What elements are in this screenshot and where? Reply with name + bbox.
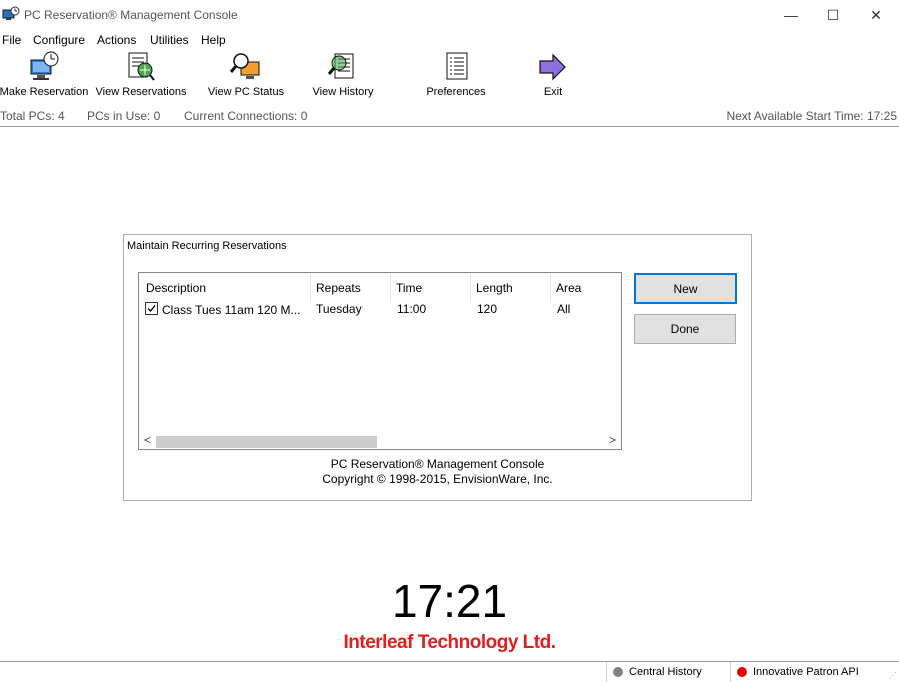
exit-button[interactable]: Exit bbox=[528, 50, 578, 98]
column-divider[interactable] bbox=[470, 274, 471, 301]
scroll-left-icon[interactable]: < bbox=[144, 433, 151, 447]
view-history-label: View History bbox=[312, 86, 374, 98]
patron-api-label: Innovative Patron API bbox=[753, 666, 859, 678]
view-history-button[interactable]: View History bbox=[308, 50, 378, 98]
status-line: Total PCs: 4 PCs in Use: 0 Current Conne… bbox=[0, 107, 899, 127]
clock-display: 17:21 bbox=[391, 575, 508, 627]
company-name: Interleaf Technology Ltd. bbox=[343, 632, 557, 653]
row-time: 11:00 bbox=[397, 302, 427, 316]
app-icon bbox=[2, 6, 20, 20]
next-available-time: Next Available Start Time: 17:25 bbox=[726, 109, 897, 123]
column-area[interactable]: Area bbox=[556, 281, 581, 295]
menu-actions[interactable]: Actions bbox=[97, 33, 136, 47]
make-reservation-button[interactable]: Make Reservation bbox=[0, 50, 88, 98]
toolbar: Make Reservation View Reservations View … bbox=[0, 50, 899, 102]
maximize-button[interactable]: ☐ bbox=[810, 0, 856, 30]
row-description: Class Tues 11am 120 M... bbox=[145, 302, 301, 317]
view-pc-status-icon bbox=[229, 53, 260, 79]
scroll-right-icon[interactable]: > bbox=[609, 433, 616, 447]
preferences-icon bbox=[446, 52, 468, 80]
title-bar: PC Reservation® Management Console — ☐ ✕ bbox=[0, 0, 899, 30]
patron-api-status-icon bbox=[737, 667, 747, 677]
window-title: PC Reservation® Management Console bbox=[24, 8, 238, 22]
central-history-status-icon bbox=[613, 667, 623, 677]
patron-api-panel: Innovative Patron API bbox=[730, 662, 891, 682]
new-button[interactable]: New bbox=[634, 273, 737, 304]
column-divider[interactable] bbox=[310, 274, 311, 301]
current-connections: Current Connections: 0 bbox=[184, 109, 308, 123]
view-pc-status-label: View PC Status bbox=[207, 86, 285, 98]
central-history-label: Central History bbox=[629, 666, 702, 678]
row-description-text: Class Tues 11am 120 M... bbox=[162, 303, 301, 317]
row-repeats: Tuesday bbox=[316, 302, 362, 316]
exit-label: Exit bbox=[543, 86, 563, 98]
make-reservation-icon bbox=[30, 51, 59, 80]
checkmark-icon bbox=[147, 305, 156, 312]
close-button[interactable]: ✕ bbox=[853, 0, 899, 30]
row-checkbox[interactable] bbox=[145, 302, 158, 315]
exit-icon bbox=[539, 53, 566, 81]
view-history-icon bbox=[327, 53, 354, 79]
make-reservation-label: Make Reservation bbox=[0, 86, 89, 98]
resize-grip-icon[interactable]: ⋰ bbox=[889, 671, 897, 680]
central-history-panel: Central History bbox=[606, 662, 725, 682]
column-description[interactable]: Description bbox=[146, 281, 206, 295]
horizontal-scrollbar[interactable]: < > bbox=[139, 433, 621, 449]
column-divider[interactable] bbox=[390, 274, 391, 301]
view-pc-status-button[interactable]: View PC Status bbox=[204, 50, 288, 98]
preferences-label: Preferences bbox=[426, 86, 486, 98]
view-reservations-label: View Reservations bbox=[95, 86, 187, 98]
recurring-reservations-dialog: Maintain Recurring Reservations Descript… bbox=[123, 234, 752, 501]
menu-help[interactable]: Help bbox=[201, 33, 226, 47]
minimize-button[interactable]: — bbox=[768, 0, 814, 30]
dialog-title: Maintain Recurring Reservations bbox=[127, 240, 287, 252]
menu-configure[interactable]: Configure bbox=[33, 33, 85, 47]
total-pcs: Total PCs: 4 bbox=[0, 109, 65, 123]
column-time[interactable]: Time bbox=[396, 281, 422, 295]
row-area: All bbox=[557, 302, 571, 316]
column-length[interactable]: Length bbox=[476, 281, 513, 295]
pcs-in-use: PCs in Use: 0 bbox=[87, 109, 161, 123]
menu-file[interactable]: File bbox=[2, 33, 21, 47]
menu-utilities[interactable]: Utilities bbox=[150, 33, 189, 47]
row-length: 120 bbox=[477, 302, 498, 316]
bottom-status-bar: Central History Innovative Patron API ⋰ bbox=[0, 661, 899, 682]
footer-copyright: Copyright © 1998-2015, EnvisionWare, Inc… bbox=[322, 472, 553, 486]
view-reservations-button[interactable]: View Reservations bbox=[94, 50, 188, 98]
column-repeats[interactable]: Repeats bbox=[316, 281, 361, 295]
column-divider[interactable] bbox=[550, 274, 551, 301]
done-button[interactable]: Done bbox=[634, 314, 736, 344]
preferences-button[interactable]: Preferences bbox=[420, 50, 492, 98]
scrollbar-thumb[interactable] bbox=[156, 436, 377, 448]
view-reservations-icon bbox=[128, 52, 155, 81]
footer-product: PC Reservation® Management Console bbox=[330, 457, 545, 471]
reservations-list[interactable]: Description Repeats Time Length Area Cla… bbox=[138, 272, 622, 450]
